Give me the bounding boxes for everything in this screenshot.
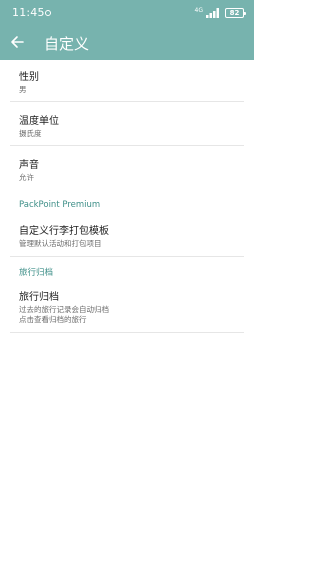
setting-title: 温度单位	[19, 116, 59, 127]
divider	[10, 332, 244, 333]
setting-value: 男	[19, 85, 27, 94]
signal-icon	[206, 8, 219, 18]
setting-trip-archive[interactable]: 旅行归档 过去的旅行记录会自动归档 点击查看归档的旅行	[0, 288, 254, 330]
back-button[interactable]	[6, 31, 28, 53]
divider	[10, 101, 244, 102]
page-title: 自定义	[44, 35, 90, 53]
setting-title: 性别	[19, 72, 39, 83]
setting-title: 旅行归档	[19, 292, 59, 303]
setting-custom-template[interactable]: 自定义行李打包模板 管理默认活动和打包项目	[0, 222, 254, 254]
arrow-back-icon	[11, 36, 24, 48]
network-type-label: 4G	[194, 7, 203, 14]
setting-subtitle-line1: 过去的旅行记录会自动归档	[19, 305, 109, 314]
battery-level: 82	[229, 9, 240, 17]
section-header-premium: PackPoint Premium	[19, 200, 101, 210]
setting-value: 摄氏度	[19, 129, 42, 138]
setting-subtitle: 管理默认活动和打包项目	[19, 239, 102, 248]
notification-dot-icon	[45, 10, 51, 16]
status-indicators: 4G 82	[194, 7, 246, 19]
setting-value: 允许	[19, 173, 34, 182]
divider	[10, 145, 244, 146]
divider	[10, 256, 244, 257]
setting-temperature-unit[interactable]: 温度单位 摄氏度	[0, 112, 254, 144]
setting-subtitle-line2: 点击查看归档的旅行	[19, 315, 87, 324]
setting-sound[interactable]: 声音 允许	[0, 156, 254, 188]
status-time: 11:45	[12, 6, 45, 19]
status-bar: 11:45 4G 82	[0, 0, 254, 26]
setting-title: 声音	[19, 160, 39, 171]
app-bar: 自定义	[0, 26, 254, 60]
section-header-trip-archive: 旅行归档	[19, 268, 54, 278]
setting-title: 自定义行李打包模板	[19, 226, 109, 237]
battery-icon: 82	[225, 8, 246, 18]
setting-gender[interactable]: 性别 男	[0, 68, 254, 100]
